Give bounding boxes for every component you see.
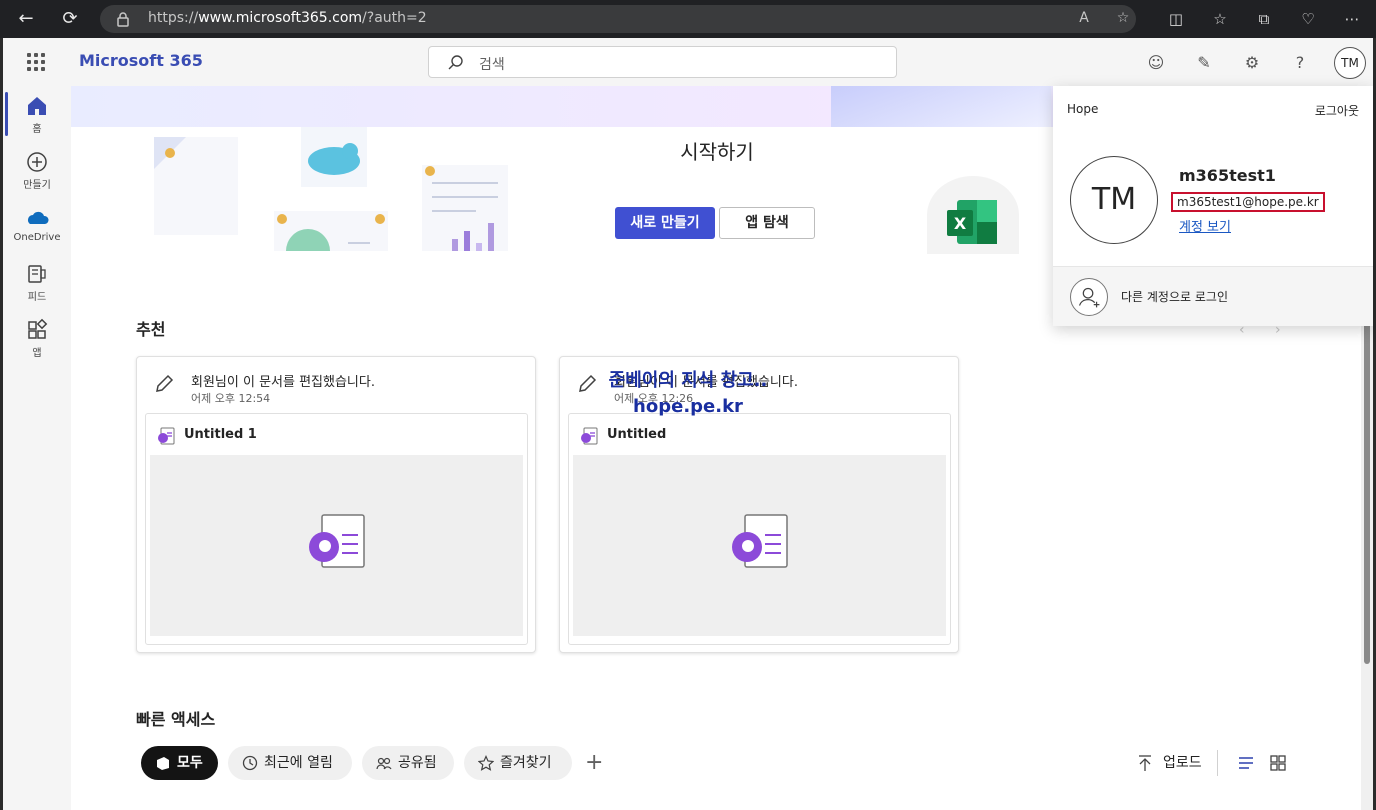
loop-doc-icon [158, 427, 175, 445]
loop-doc-large-icon [732, 514, 788, 568]
upload-icon [1139, 755, 1151, 771]
quick-access-title: 빠른 액세스 [136, 710, 216, 729]
add-filter-icon[interactable]: + [585, 750, 603, 775]
m365-app: Microsoft 365 검색 ☺ ✎ ⚙ ? TM 홈 만들기 OneDri… [3, 38, 1373, 810]
document-name: Untitled [607, 427, 667, 442]
create-icon [27, 152, 47, 172]
rail-item-apps[interactable]: 앱 [3, 310, 71, 366]
settings-gear-icon[interactable]: ⚙ [1241, 52, 1263, 74]
document-preview[interactable]: Untitled 1 [145, 413, 528, 645]
card-activity: 회원님이 이 문서를 편집했습니다. [191, 375, 375, 390]
loop-doc-large-icon [309, 514, 365, 568]
split-screen-icon[interactable]: ◫ [1166, 9, 1186, 29]
clock-icon [242, 755, 258, 771]
document-preview[interactable]: Untitled [568, 413, 951, 645]
search-input[interactable]: 검색 [428, 46, 897, 78]
onedrive-icon [28, 211, 49, 224]
health-icon[interactable]: ♡ [1298, 9, 1318, 29]
explore-apps-button[interactable]: 앱 탐색 [719, 207, 815, 239]
document-thumbnail [573, 455, 946, 636]
top-bar: Microsoft 365 검색 ☺ ✎ ⚙ ? TM [3, 38, 1373, 86]
address-bar[interactable]: https://www.microsoft365.com/?auth=2 A ☆ [100, 5, 1136, 33]
account-name: m365test1 [1179, 166, 1276, 185]
rail-item-feed[interactable]: 피드 [3, 254, 71, 310]
grid-view-icon[interactable] [1269, 754, 1287, 772]
document-thumbnail [150, 455, 523, 636]
recommended-card[interactable]: 회원님이 이 문서를 편집했습니다. 어제 오후 12:54 Untitled … [136, 356, 536, 653]
back-icon[interactable]: ← [16, 9, 36, 29]
people-icon [376, 757, 392, 770]
help-icon[interactable]: ? [1289, 52, 1311, 74]
filter-recent[interactable]: 최근에 열림 [228, 746, 352, 780]
filter-favorites[interactable]: 즐겨찾기 [464, 746, 572, 780]
create-new-button[interactable]: 새로 만들기 [615, 207, 715, 239]
document-name: Untitled 1 [184, 427, 257, 442]
loop-doc-icon [581, 427, 598, 445]
search-icon [448, 55, 463, 70]
account-flyout: Hope 로그아웃 TM m365test1 m365test1@hope.pe… [1053, 86, 1373, 326]
search-placeholder: 검색 [479, 57, 505, 73]
browser-chrome: ← ⟳ https://www.microsoft365.com/?auth=2… [0, 0, 1376, 38]
read-aloud-icon[interactable]: A [1075, 10, 1093, 28]
favorite-star-icon[interactable]: ☆ [1114, 10, 1132, 28]
add-person-icon [1070, 278, 1108, 316]
sign-in-other-account[interactable]: 다른 계정으로 로그인 [1053, 266, 1373, 326]
account-avatar: TM [1070, 156, 1158, 244]
hero-illustration [154, 127, 508, 251]
feed-icon [28, 265, 46, 283]
feedback-smiley-icon[interactable]: ☺ [1145, 52, 1167, 74]
star-icon [478, 755, 494, 771]
sign-out-link[interactable]: 로그아웃 [1315, 102, 1359, 119]
toolbar-divider [1217, 750, 1218, 776]
refresh-icon[interactable]: ⟳ [60, 9, 80, 29]
watermark-line2: hope.pe.kr [633, 396, 743, 417]
svg-text:X: X [954, 214, 967, 233]
favorites-icon[interactable]: ☆ [1210, 9, 1230, 29]
home-icon [28, 97, 46, 115]
account-email: m365test1@hope.pe.kr [1171, 192, 1325, 212]
account-avatar-button[interactable]: TM [1334, 47, 1366, 79]
recommended-title: 추천 [136, 320, 166, 339]
card-time: 어제 오후 12:54 [191, 392, 271, 405]
apps-icon [28, 318, 48, 339]
left-rail: 홈 만들기 OneDrive 피드 앱 [3, 86, 71, 810]
url-text: https://www.microsoft365.com/?auth=2 [148, 10, 427, 26]
watermark-line1: 준베이의 지식 창고.. [608, 370, 768, 391]
whats-new-icon[interactable]: ✎ [1193, 52, 1215, 74]
list-view-icon[interactable] [1237, 754, 1255, 772]
filter-shared[interactable]: 공유됨 [362, 746, 454, 780]
rail-item-home[interactable]: 홈 [3, 86, 71, 142]
excel-icon: X [947, 200, 997, 244]
app-launcher-icon[interactable] [27, 53, 45, 71]
excel-app-tile[interactable]: X [927, 176, 1019, 254]
start-title: 시작하기 [680, 140, 754, 164]
watermark-overlay: 준베이의 지식 창고.. hope.pe.kr [608, 368, 768, 420]
org-name: Hope [1067, 102, 1099, 116]
files-icon [157, 757, 169, 770]
filter-all[interactable]: 모두 [141, 746, 218, 780]
pencil-icon [579, 374, 597, 392]
pencil-icon [156, 374, 174, 392]
brand-title[interactable]: Microsoft 365 [79, 51, 203, 70]
view-account-link[interactable]: 계정 보기 [1179, 216, 1231, 235]
rail-item-create[interactable]: 만들기 [3, 142, 71, 198]
collections-icon[interactable]: ⧉ [1254, 9, 1274, 29]
more-icon[interactable]: ⋯ [1342, 9, 1362, 29]
lock-icon [117, 12, 129, 27]
rail-item-onedrive[interactable]: OneDrive [3, 198, 71, 254]
